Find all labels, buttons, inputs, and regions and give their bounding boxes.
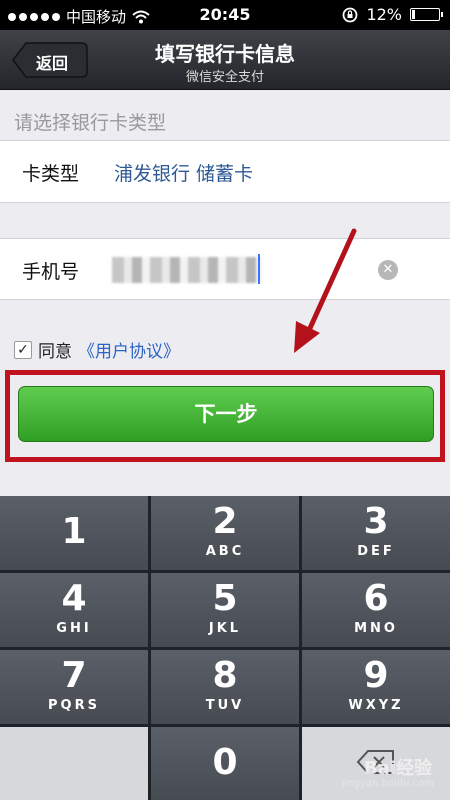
text-cursor — [258, 254, 260, 284]
phone-row: 手机号 ✕ — [0, 238, 450, 300]
watermark-url: jingyan.baidu.com — [341, 778, 434, 789]
phone-input[interactable] — [112, 257, 262, 283]
highlight-box: 下一步 — [5, 370, 445, 462]
phone-label: 手机号 — [22, 261, 80, 283]
key-1[interactable]: 1 — [0, 496, 148, 570]
section-header: 请选择银行卡类型 — [14, 112, 167, 134]
key-3[interactable]: 3 DEF — [302, 496, 450, 570]
annotation-arrow-icon — [294, 228, 357, 353]
agreement-checkbox[interactable]: ✓ — [14, 340, 32, 359]
user-agreement-link[interactable]: 《用户协议》 — [78, 337, 180, 362]
rotation-lock-icon — [343, 7, 358, 22]
page-title: 填写银行卡信息 — [155, 42, 295, 66]
next-button[interactable]: 下一步 — [18, 386, 434, 442]
key-5[interactable]: 5 JKL — [151, 573, 299, 647]
key-4[interactable]: 4 GHI — [0, 573, 148, 647]
agreement-row: ✓ 同意 《用户协议》 — [14, 337, 180, 362]
nav-bar: 返回 填写银行卡信息 微信安全支付 — [0, 30, 450, 90]
card-type-row[interactable]: 卡类型 浦发银行 储蓄卡 — [0, 140, 450, 203]
status-bar: 中国移动 20:45 12% — [0, 0, 450, 30]
key-8[interactable]: 8 TUV — [151, 650, 299, 724]
battery-fill — [412, 10, 415, 19]
battery-percent: 12% — [366, 5, 402, 24]
clear-icon[interactable]: ✕ — [378, 260, 398, 280]
key-6[interactable]: 6 MNO — [302, 573, 450, 647]
key-2[interactable]: 2 ABC — [151, 496, 299, 570]
key-9[interactable]: 9 WXYZ — [302, 650, 450, 724]
card-type-label: 卡类型 — [22, 163, 80, 185]
agree-label: 同意 — [38, 342, 72, 362]
key-0[interactable]: 0 — [151, 727, 299, 800]
card-type-value: 浦发银行 储蓄卡 — [114, 163, 254, 185]
watermark-brand: Bai经验 — [363, 758, 432, 779]
battery-icon — [410, 8, 443, 21]
key-blank — [0, 727, 148, 800]
page-subtitle: 微信安全支付 — [185, 70, 264, 85]
status-right: 12% — [342, 5, 443, 24]
key-7[interactable]: 7 PQRS — [0, 650, 148, 724]
